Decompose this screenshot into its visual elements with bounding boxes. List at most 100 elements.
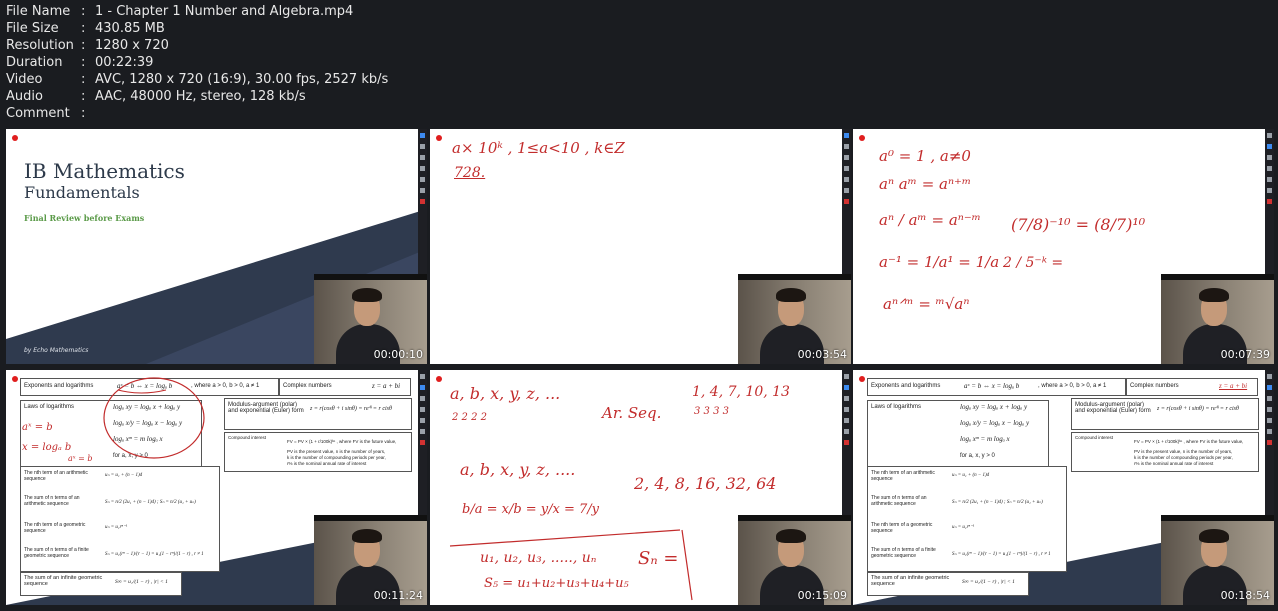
color-picker-icon[interactable] bbox=[1267, 440, 1272, 445]
file-info-value: 00:22:39 bbox=[95, 55, 154, 70]
file-info-key: File Size bbox=[6, 21, 59, 36]
text-tool-icon[interactable] bbox=[844, 188, 849, 193]
thumbnail-6[interactable]: Exponents and logarithms aˣ = b ⇔ x = lo… bbox=[853, 370, 1274, 605]
eraser-tool-icon[interactable] bbox=[1267, 407, 1272, 412]
select-tool-icon[interactable] bbox=[1267, 374, 1272, 379]
law-3: logₐ xᵐ = m logₐ x bbox=[960, 435, 1010, 443]
slide-tagline: Final Review before Exams bbox=[24, 213, 145, 223]
timecode: 00:07:39 bbox=[1220, 348, 1270, 361]
text-tool-icon[interactable] bbox=[1267, 188, 1272, 193]
file-info-key: Resolution bbox=[6, 38, 74, 53]
highlighter-tool-icon[interactable] bbox=[420, 155, 425, 160]
highlighter-tool-icon[interactable] bbox=[844, 396, 849, 401]
text-tool-icon[interactable] bbox=[844, 429, 849, 434]
exp-formula: aˣ = b ⇔ x = logₐ b bbox=[964, 382, 1020, 390]
pen-tool-icon[interactable] bbox=[844, 385, 849, 390]
shape-tool-icon[interactable] bbox=[420, 418, 425, 423]
highlighter-tool-icon[interactable] bbox=[844, 155, 849, 160]
timecode: 00:00:10 bbox=[373, 348, 423, 361]
record-indicator bbox=[859, 376, 865, 382]
geo-sum-label: The sum of n terms of a finite geometric… bbox=[871, 547, 936, 559]
arith-sum-label: The sum of n terms of an arithmetic sequ… bbox=[871, 495, 927, 507]
color-picker-icon[interactable] bbox=[1267, 199, 1272, 204]
shape-tool-icon[interactable] bbox=[844, 418, 849, 423]
select-tool-icon[interactable] bbox=[1267, 133, 1272, 138]
file-info-value: 1280 x 720 bbox=[95, 38, 169, 53]
shape-tool-icon[interactable] bbox=[844, 177, 849, 182]
arith-nth-formula: uₙ = u₁ + (n − 1)d bbox=[952, 473, 990, 478]
pen-tool-icon[interactable] bbox=[844, 144, 849, 149]
text-tool-icon[interactable] bbox=[1267, 429, 1272, 434]
file-info-key: Duration bbox=[6, 55, 63, 70]
exp-condition: , where a > 0, b > 0, a ≠ 1 bbox=[1038, 383, 1107, 389]
handwritten-line-2: 728. bbox=[454, 165, 486, 181]
highlighter-tool-icon[interactable] bbox=[420, 396, 425, 401]
eraser-tool-icon[interactable] bbox=[844, 166, 849, 171]
select-tool-icon[interactable] bbox=[420, 374, 425, 379]
pen-tool-icon[interactable] bbox=[420, 144, 425, 149]
exp-label: Exponents and logarithms bbox=[871, 383, 941, 389]
pen-tool-icon[interactable] bbox=[1267, 385, 1272, 390]
record-indicator bbox=[436, 135, 442, 141]
inf-formula: S∞ = u₁/(1 − r) , |r| < 1 bbox=[962, 579, 1015, 585]
slide-subtitle: Fundamentals bbox=[24, 183, 140, 202]
geo-sum-formula: Sₙ = u₁(rⁿ − 1)/(r − 1) = u₁(1 − rⁿ)/(1 … bbox=[952, 552, 1051, 557]
thumbnail-1[interactable]: IB Mathematics Fundamentals Final Review… bbox=[6, 129, 427, 364]
thumbnail-2[interactable]: a× 10ᵏ , 1≤a<10 , k∈Z 728. 00:03:54 bbox=[430, 129, 851, 364]
handwritten-line-5: aⁿᐟᵐ = ᵐ√aⁿ bbox=[883, 295, 970, 313]
color-picker-icon[interactable] bbox=[420, 440, 425, 445]
file-info-separator: : bbox=[81, 4, 86, 19]
file-info-row: Comment: bbox=[6, 105, 388, 122]
color-picker-icon[interactable] bbox=[844, 199, 849, 204]
color-picker-icon[interactable] bbox=[844, 440, 849, 445]
complex-label: Complex numbers bbox=[1130, 383, 1179, 389]
handwritten-line-3: aⁿ / aᵐ = aⁿ⁻ᵐ bbox=[879, 211, 981, 229]
eraser-tool-icon[interactable] bbox=[1267, 166, 1272, 171]
pen-tool-icon[interactable] bbox=[1267, 144, 1272, 149]
eraser-tool-icon[interactable] bbox=[844, 407, 849, 412]
exponents-row: Exponents and logarithms aˣ = b ⇔ x = lo… bbox=[867, 378, 1126, 396]
complex-row: Complex numbers z = a + bi bbox=[1126, 378, 1258, 396]
file-info-row: Video: AVC, 1280 x 720 (16:9), 30.00 fps,… bbox=[6, 71, 388, 88]
ci-formula: FV = PV × (1 + r/100k)ᵏⁿ , where FV is t… bbox=[1134, 439, 1244, 444]
highlighter-tool-icon[interactable] bbox=[1267, 396, 1272, 401]
thumbnail-4[interactable]: Exponents and logarithms aˣ = b ⇔ x = lo… bbox=[6, 370, 427, 605]
file-info-separator: : bbox=[81, 72, 86, 87]
ci-note-2: k is the number of compounding periods p… bbox=[1134, 455, 1233, 460]
inf-label: The sum of an infinite geometric sequenc… bbox=[871, 575, 950, 587]
modarg-label: Modulus-argument (polar) and exponential… bbox=[1075, 402, 1151, 414]
eraser-tool-icon[interactable] bbox=[420, 166, 425, 171]
handwritten-line-4: a⁻¹ = 1/a¹ = 1/a bbox=[879, 253, 1000, 271]
infinite-sum-box: The sum of an infinite geometric sequenc… bbox=[867, 572, 1029, 596]
file-info-key: File Name bbox=[6, 4, 71, 19]
shape-tool-icon[interactable] bbox=[1267, 418, 1272, 423]
timecode: 00:15:09 bbox=[797, 589, 847, 602]
shape-tool-icon[interactable] bbox=[420, 177, 425, 182]
file-info-value: 1 - Chapter 1 Number and Algebra.mp4 bbox=[95, 4, 354, 19]
handwritten-line-1: a× 10ᵏ , 1≤a<10 , k∈Z bbox=[452, 139, 625, 157]
select-tool-icon[interactable] bbox=[844, 374, 849, 379]
file-info-separator: : bbox=[81, 89, 86, 104]
shape-tool-icon[interactable] bbox=[1267, 177, 1272, 182]
text-tool-icon[interactable] bbox=[420, 429, 425, 434]
thumbnail-5[interactable]: a, b, x, y, z, ... 2 2 2 2 Ar. Seq. 1, 4… bbox=[430, 370, 851, 605]
timecode: 00:03:54 bbox=[797, 348, 847, 361]
file-info-row: Resolution:1280 x 720 bbox=[6, 37, 388, 54]
ci-label: Compound interest bbox=[1075, 435, 1114, 440]
slide-byline: by Echo Mathematics bbox=[24, 347, 89, 354]
arith-sum-formula: Sₙ = n/2 (2u₁ + (n − 1)d) ; Sₙ = n/2 (u₁… bbox=[952, 500, 1043, 505]
pen-tool-icon[interactable] bbox=[420, 385, 425, 390]
laws-label: Laws of logarithms bbox=[871, 404, 922, 410]
select-tool-icon[interactable] bbox=[420, 133, 425, 138]
text-tool-icon[interactable] bbox=[420, 188, 425, 193]
file-info-key: Comment bbox=[6, 106, 70, 121]
file-info-separator: : bbox=[81, 106, 86, 121]
file-info-row: File Size:430.85 MB bbox=[6, 20, 388, 37]
file-info-separator: : bbox=[81, 21, 86, 36]
thumbnail-3[interactable]: a⁰ = 1 , a≠0 aⁿ aᵐ = aⁿ⁺ᵐ aⁿ / aᵐ = aⁿ⁻ᵐ… bbox=[853, 129, 1274, 364]
eraser-tool-icon[interactable] bbox=[420, 407, 425, 412]
color-picker-icon[interactable] bbox=[420, 199, 425, 204]
slide-title: IB Mathematics bbox=[24, 159, 185, 183]
highlighter-tool-icon[interactable] bbox=[1267, 155, 1272, 160]
select-tool-icon[interactable] bbox=[844, 133, 849, 138]
